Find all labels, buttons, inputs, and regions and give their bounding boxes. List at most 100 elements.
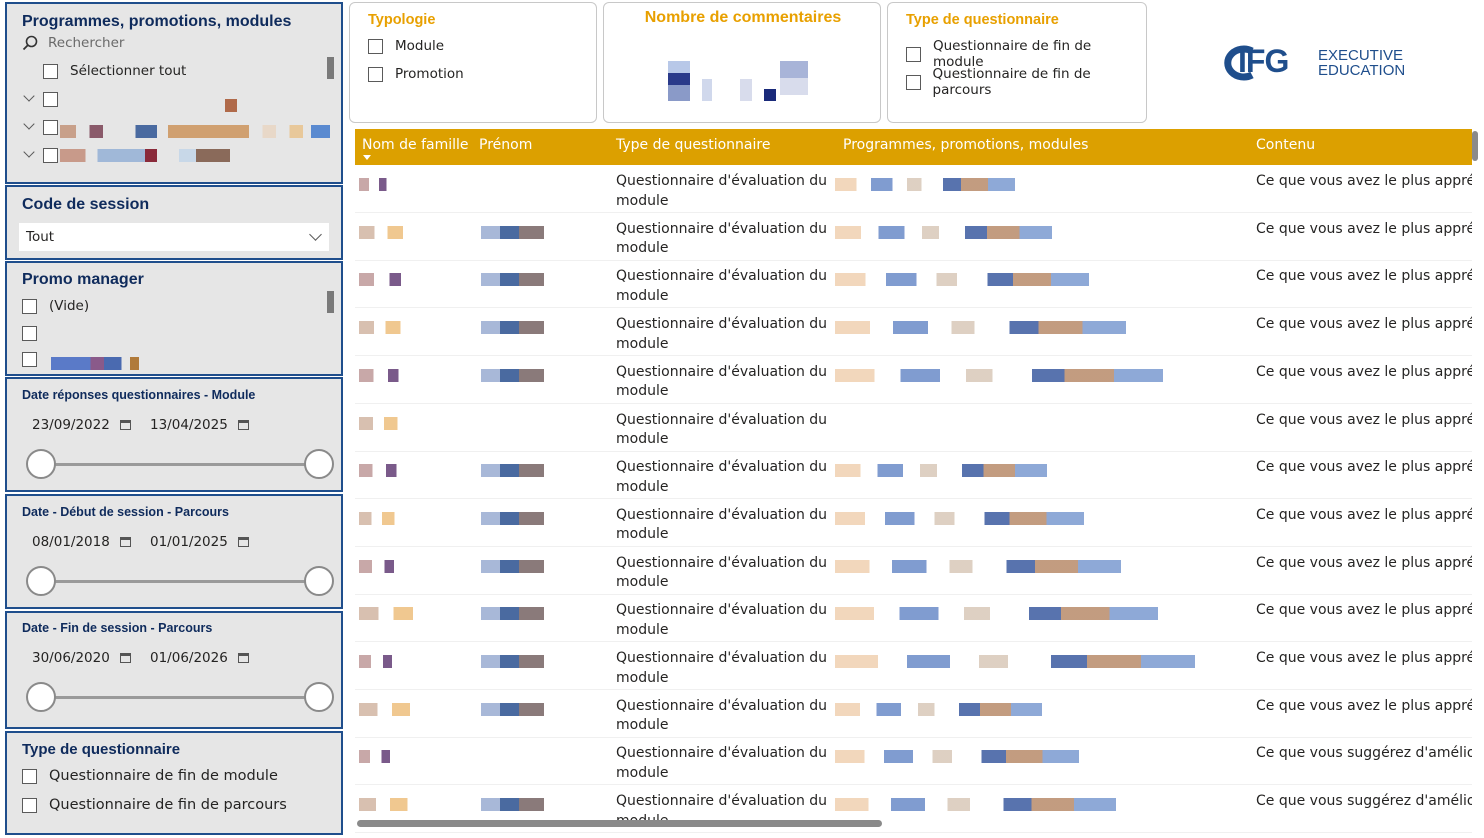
list-scrollbar[interactable] <box>327 57 334 79</box>
typologie-option-promotion[interactable]: Promotion <box>368 66 464 82</box>
date-start-value: 08/01/2018 <box>32 534 110 550</box>
cell-contenu: Ce que vous avez le plus appréc <box>1256 650 1472 666</box>
redacted-cell <box>835 559 1121 573</box>
date-start-input[interactable]: 08/01/2018 <box>32 532 131 552</box>
redacted-cell <box>359 655 419 668</box>
column-header-nom[interactable]: Nom de famille <box>362 137 469 153</box>
date-start-value: 30/06/2020 <box>32 650 110 666</box>
select-all-label: Sélectionner tout <box>70 63 187 79</box>
redacted-item <box>60 149 230 162</box>
vertical-scrollbar[interactable] <box>1472 131 1478 161</box>
date-start-value: 23/09/2022 <box>32 417 110 433</box>
type-option-checkbox[interactable] <box>22 797 37 813</box>
date-range-track[interactable] <box>45 463 325 466</box>
table-header: Nom de famille Prénom Type de questionna… <box>355 129 1472 165</box>
table-row[interactable]: Questionnaire d'évaluation du module Ce q… <box>355 737 1472 786</box>
table-row[interactable]: Questionnaire d'évaluation du module Ce q… <box>355 499 1472 547</box>
expand-chevron-icon[interactable] <box>23 90 35 102</box>
calendar-icon[interactable] <box>237 537 249 547</box>
redacted-cell <box>835 655 1195 668</box>
range-start-handle[interactable] <box>26 682 56 712</box>
date-end-input[interactable]: 01/06/2026 <box>150 648 249 668</box>
table-row[interactable]: Questionnaire d'évaluation du module Ce q… <box>355 594 1472 643</box>
code-session-value: Tout <box>26 229 55 245</box>
redacted-cell <box>481 798 544 812</box>
promo-option-checkbox[interactable] <box>22 326 37 341</box>
table-row[interactable]: Questionnaire d'évaluation du module Ce q… <box>355 308 1472 357</box>
card-type-label: Questionnaire de fin de parcours <box>932 66 1091 98</box>
calendar-icon[interactable] <box>237 653 249 663</box>
card-type-checkbox[interactable] <box>906 74 921 90</box>
redacted-cell <box>835 750 1079 764</box>
typologie-option-module[interactable]: Module <box>368 38 444 54</box>
code-session-dropdown[interactable]: Tout <box>19 223 329 251</box>
table-row[interactable]: Questionnaire d'évaluation du module Ce q… <box>355 404 1472 452</box>
table-row[interactable]: Questionnaire d'évaluation du module Ce q… <box>355 690 1472 738</box>
promo-option-label: (Vide) <box>49 298 90 314</box>
range-end-handle[interactable] <box>304 682 334 712</box>
table-row[interactable]: Questionnaire d'évaluation du module Ce q… <box>355 642 1472 690</box>
calendar-icon[interactable] <box>237 420 249 430</box>
card-type-checkbox[interactable] <box>906 46 921 62</box>
type-option-fin-module[interactable]: Questionnaire de fin de module <box>22 768 278 784</box>
type-option-label: Questionnaire de fin de parcours <box>49 797 287 813</box>
cell-contenu: Ce que vous avez le plus appréc <box>1256 697 1472 714</box>
cell-type-questionnaire: Questionnaire d'évaluation du module <box>616 602 828 638</box>
cell-contenu: Ce que vous avez le plus appréc <box>1256 459 1472 476</box>
cell-contenu: Ce que vous avez le plus appréc <box>1256 316 1472 333</box>
redacted-cell <box>481 273 544 287</box>
typologie-checkbox[interactable] <box>368 38 383 54</box>
promo-option-checkbox[interactable] <box>22 352 37 367</box>
type-option-fin-parcours[interactable]: Questionnaire de fin de parcours <box>22 797 287 813</box>
list-scrollbar[interactable] <box>327 291 334 313</box>
tree-item-checkbox[interactable] <box>43 148 58 163</box>
tree-item-checkbox[interactable] <box>43 92 58 107</box>
redacted-cell <box>481 417 544 430</box>
redacted-cell <box>481 607 544 621</box>
column-header-prenom[interactable]: Prénom <box>479 137 532 153</box>
column-header-programmes[interactable]: Programmes, promotions, modules <box>843 137 1088 153</box>
select-all-checkbox[interactable] <box>43 63 58 79</box>
calendar-icon[interactable] <box>119 420 131 430</box>
date-start-input[interactable]: 30/06/2020 <box>32 648 131 668</box>
cell-contenu: Ce que vous avez le plus appréc <box>1256 268 1472 285</box>
search-box[interactable]: Rechercher <box>22 35 124 51</box>
redacted-cell <box>835 464 1047 478</box>
cell-type-questionnaire: Questionnaire d'évaluation du module <box>616 220 828 257</box>
range-end-handle[interactable] <box>304 449 334 479</box>
expand-chevron-icon[interactable] <box>23 146 35 158</box>
sort-desc-icon[interactable] <box>363 155 371 160</box>
calendar-icon[interactable] <box>119 537 131 547</box>
table-row[interactable]: Questionnaire d'évaluation du module Ce q… <box>355 451 1472 500</box>
column-header-type[interactable]: Type de questionnaire <box>616 137 770 153</box>
table-row[interactable]: Questionnaire d'évaluation du module Ce q… <box>355 260 1472 309</box>
date-start-input[interactable]: 23/09/2022 <box>32 415 131 435</box>
table-row[interactable]: Questionnaire d'évaluation du module Ce q… <box>355 356 1472 404</box>
typologie-checkbox[interactable] <box>368 66 383 82</box>
redacted-item <box>225 99 237 112</box>
redacted-cell <box>835 702 1042 716</box>
range-end-handle[interactable] <box>304 566 334 596</box>
filter-code-session: Code de session Tout <box>5 185 343 260</box>
expand-chevron-icon[interactable] <box>23 118 35 130</box>
column-header-contenu[interactable]: Contenu <box>1256 137 1315 153</box>
card-type-option-fin-parcours[interactable]: Questionnaire de fin de parcours <box>906 66 1146 98</box>
date-end-input[interactable]: 01/01/2025 <box>150 532 249 552</box>
date-end-input[interactable]: 13/04/2025 <box>150 415 249 435</box>
promo-option-checkbox[interactable] <box>22 298 37 314</box>
range-start-handle[interactable] <box>26 449 56 479</box>
horizontal-scrollbar[interactable] <box>357 820 882 827</box>
calendar-icon[interactable] <box>119 653 131 663</box>
table-row[interactable]: Questionnaire d'évaluation du module Ce q… <box>355 165 1472 213</box>
select-all-option[interactable]: Sélectionner tout <box>43 63 186 79</box>
table-row[interactable]: Questionnaire d'évaluation du module Ce q… <box>355 547 1472 595</box>
range-start-handle[interactable] <box>26 566 56 596</box>
promo-option-vide[interactable]: (Vide) <box>22 298 89 314</box>
tree-item-checkbox[interactable] <box>43 120 58 135</box>
type-option-checkbox[interactable] <box>22 768 37 784</box>
date-range-track[interactable] <box>45 580 325 583</box>
redacted-cell <box>359 225 422 239</box>
table-row[interactable]: Questionnaire d'évaluation du module Ce q… <box>355 213 1472 261</box>
date-range-track[interactable] <box>45 696 325 699</box>
redacted-cell <box>359 702 432 716</box>
